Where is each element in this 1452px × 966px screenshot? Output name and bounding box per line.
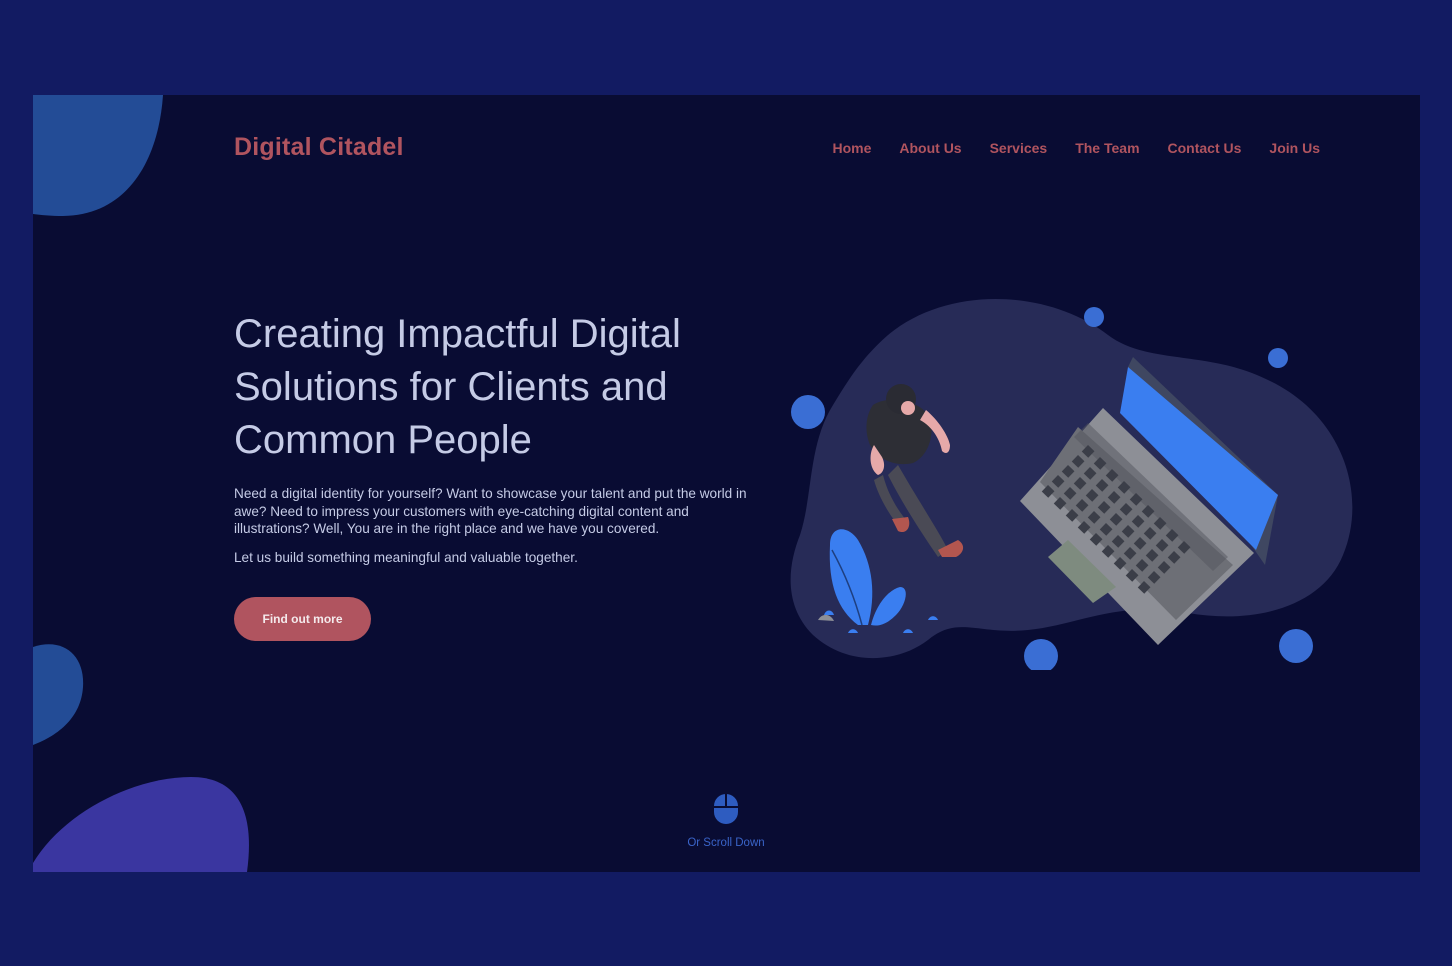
nav-item-contact-us[interactable]: Contact Us bbox=[1168, 140, 1242, 156]
nav-item-services[interactable]: Services bbox=[990, 140, 1048, 156]
nav-item-about-us[interactable]: About Us bbox=[899, 140, 961, 156]
brand-logo[interactable]: Digital Citadel bbox=[234, 133, 404, 162]
find-out-more-button[interactable]: Find out more bbox=[234, 597, 371, 641]
scroll-down-indicator[interactable]: Or Scroll Down bbox=[676, 793, 776, 849]
decorative-blob-top-left bbox=[33, 95, 163, 216]
floating-dot bbox=[1279, 629, 1313, 663]
scroll-down-label[interactable]: Or Scroll Down bbox=[676, 837, 776, 849]
decorative-blob-middle-left bbox=[33, 644, 84, 745]
decorative-blob-bottom-left bbox=[33, 777, 249, 872]
floating-dot bbox=[1024, 639, 1058, 670]
main-nav: Home About Us Services The Team Contact … bbox=[832, 140, 1320, 156]
nav-item-join-us[interactable]: Join Us bbox=[1269, 140, 1320, 156]
hero-tagline: Let us build something meaningful and va… bbox=[234, 550, 578, 565]
landing-page: Digital Citadel Home About Us Services T… bbox=[33, 95, 1420, 872]
hero-headline: Creating Impactful Digital Solutions for… bbox=[234, 312, 681, 462]
floating-dot bbox=[791, 395, 825, 429]
mouse-icon bbox=[714, 794, 738, 824]
hero-description: Need a digital identity for yourself? Wa… bbox=[234, 486, 747, 536]
nav-item-home[interactable]: Home bbox=[832, 140, 871, 156]
nav-item-the-team[interactable]: The Team bbox=[1075, 140, 1139, 156]
floating-dot bbox=[1084, 307, 1104, 327]
floating-dot bbox=[1268, 348, 1288, 368]
person-with-laptop-illustration bbox=[790, 298, 1353, 670]
